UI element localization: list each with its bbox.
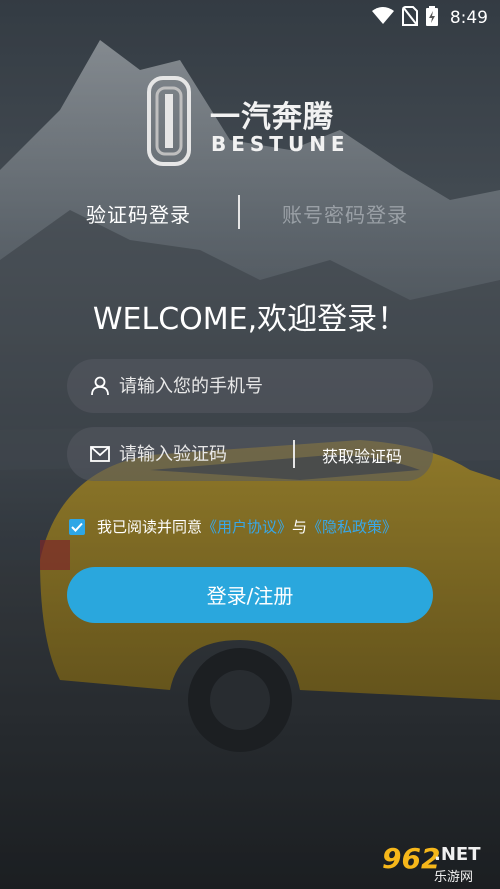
checkmark-icon [71, 522, 83, 532]
watermark-logo: 962 .NET 乐游网 [374, 842, 492, 885]
agreement-conjunction: 与 [292, 518, 308, 536]
welcome-heading: WELCOME,欢迎登录！ [92, 302, 408, 337]
code-divider [293, 440, 295, 468]
phone-field [67, 359, 433, 413]
brand-name-cn: 一汽奔腾 [210, 100, 334, 135]
status-time: 8:49 [449, 8, 488, 28]
brand-logo: 一汽奔腾 BESTUNE [145, 74, 365, 170]
tab-sms-login[interactable]: 验证码登录 [86, 199, 191, 228]
get-code-button[interactable]: 获取验证码 [322, 443, 402, 467]
code-input[interactable] [117, 442, 321, 466]
watermark-sub: 乐游网 [434, 870, 474, 885]
wifi-icon [371, 7, 394, 29]
bestune-emblem-icon [147, 76, 191, 166]
brand-name-en: BESTUNE [211, 132, 350, 156]
login-register-button[interactable]: 登录/注册 [67, 567, 433, 623]
login-tabs: 验证码登录 账号密码登录 [0, 195, 500, 235]
no-sim-icon [401, 6, 418, 30]
agreement-prefix: 我已阅读并同意 [97, 518, 203, 536]
tab-password-login[interactable]: 账号密码登录 [282, 199, 408, 228]
agreement-row: 我已阅读并同意 《用户协议》 与 《隐私政策》 [69, 516, 397, 537]
status-bar: 8:49 [0, 0, 500, 34]
phone-input[interactable] [117, 374, 321, 398]
privacy-policy-link[interactable]: 《隐私政策》 [307, 516, 397, 537]
envelope-icon [89, 443, 111, 465]
battery-icon [425, 6, 438, 30]
user-icon [89, 375, 111, 397]
agreement-checkbox[interactable] [69, 518, 85, 535]
watermark-net: .NET [434, 844, 481, 865]
user-agreement-link[interactable]: 《用户协议》 [202, 516, 292, 537]
code-field: 获取验证码 [67, 427, 433, 481]
tab-divider [238, 195, 240, 229]
watermark-number: 962 [382, 842, 441, 875]
